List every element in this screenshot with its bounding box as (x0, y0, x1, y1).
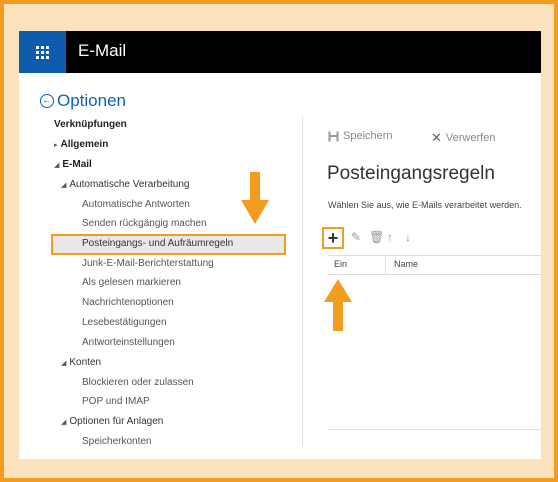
up-arrow-annotation-icon (324, 279, 352, 331)
down-arrow-annotation-icon (241, 172, 269, 224)
annotation-arrows (241, 172, 352, 331)
